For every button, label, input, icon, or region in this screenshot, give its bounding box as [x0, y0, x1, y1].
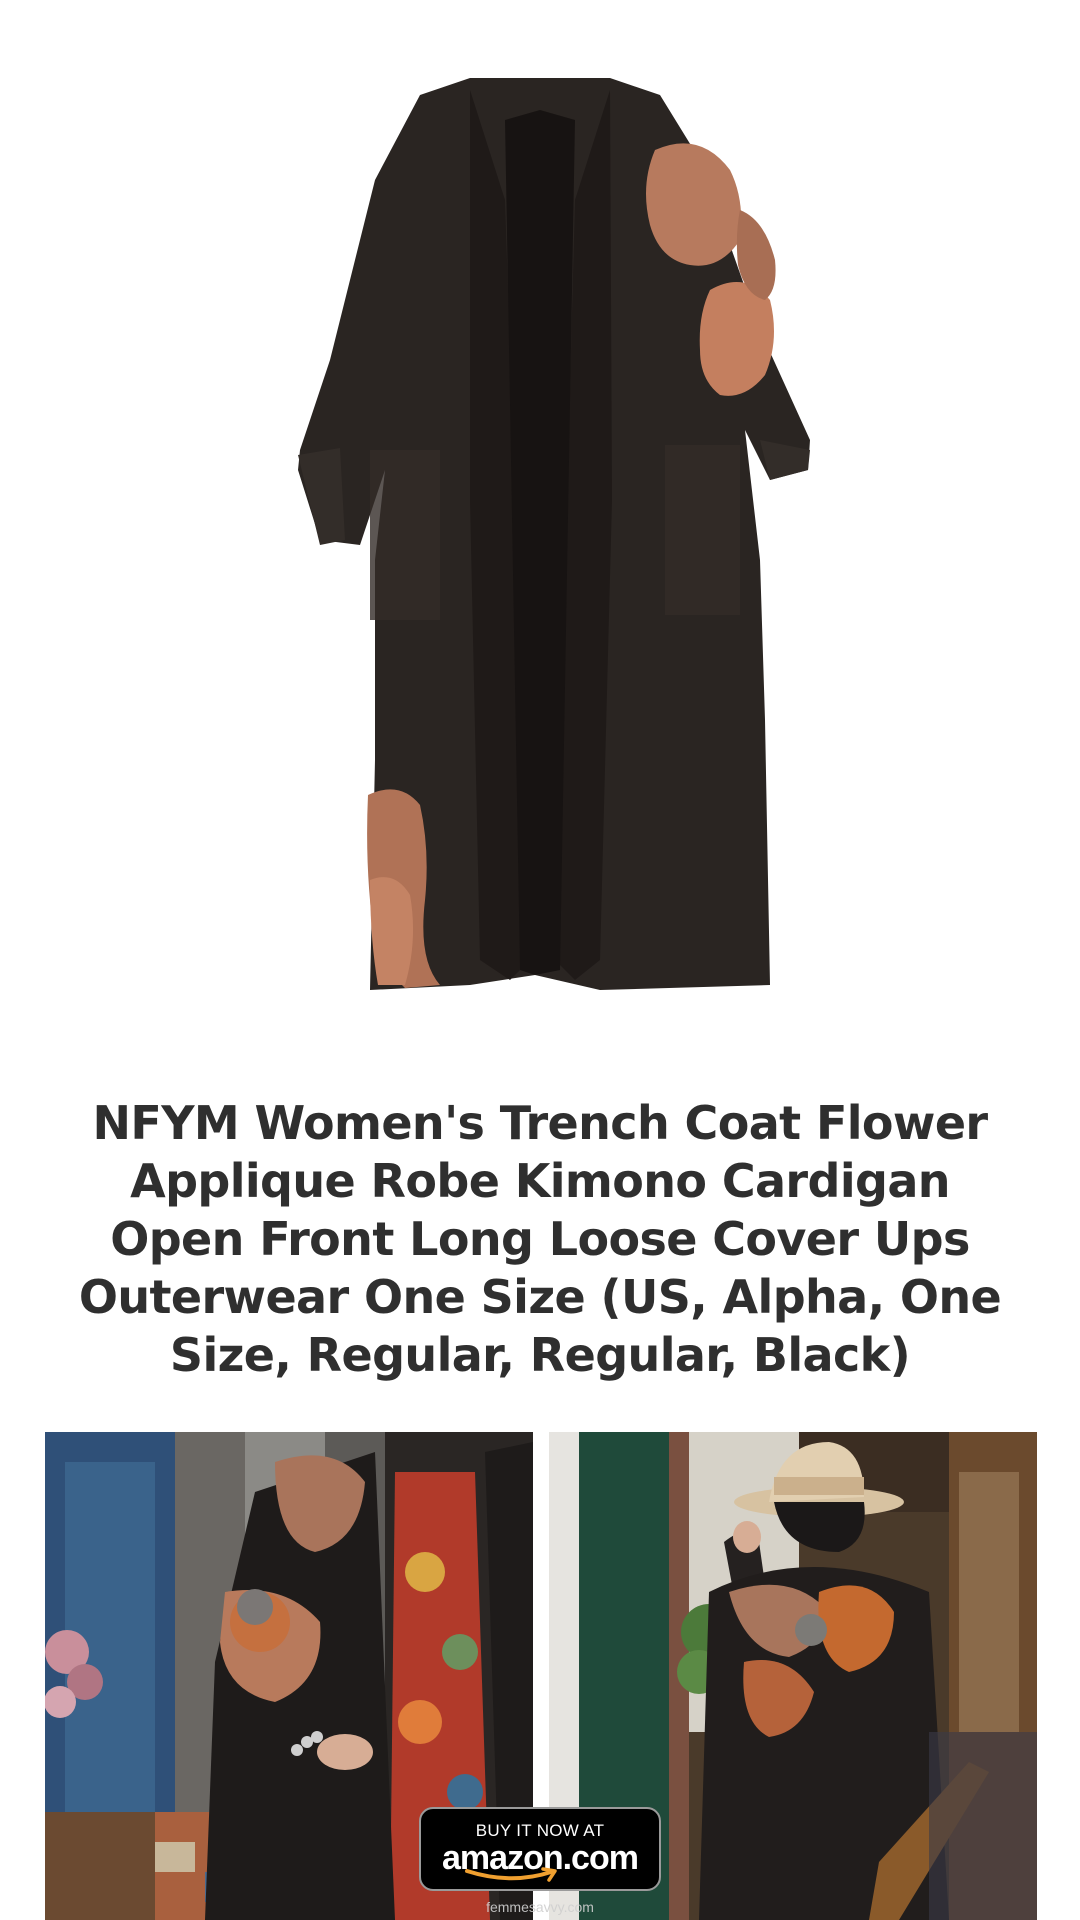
buy-button-top-label: BUY IT NOW AT	[475, 1821, 605, 1840]
site-watermark: femmesavvy.com	[486, 1899, 594, 1915]
amazon-smile-icon	[465, 1867, 557, 1882]
product-title: NFYM Women's Trench Coat Flower Applique…	[78, 1096, 1002, 1382]
coat-illustration	[298, 78, 810, 990]
product-hero-image[interactable]	[0, 0, 1080, 1060]
buy-on-amazon-button[interactable]: BUY IT NOW AT amazon.com	[419, 1807, 661, 1891]
